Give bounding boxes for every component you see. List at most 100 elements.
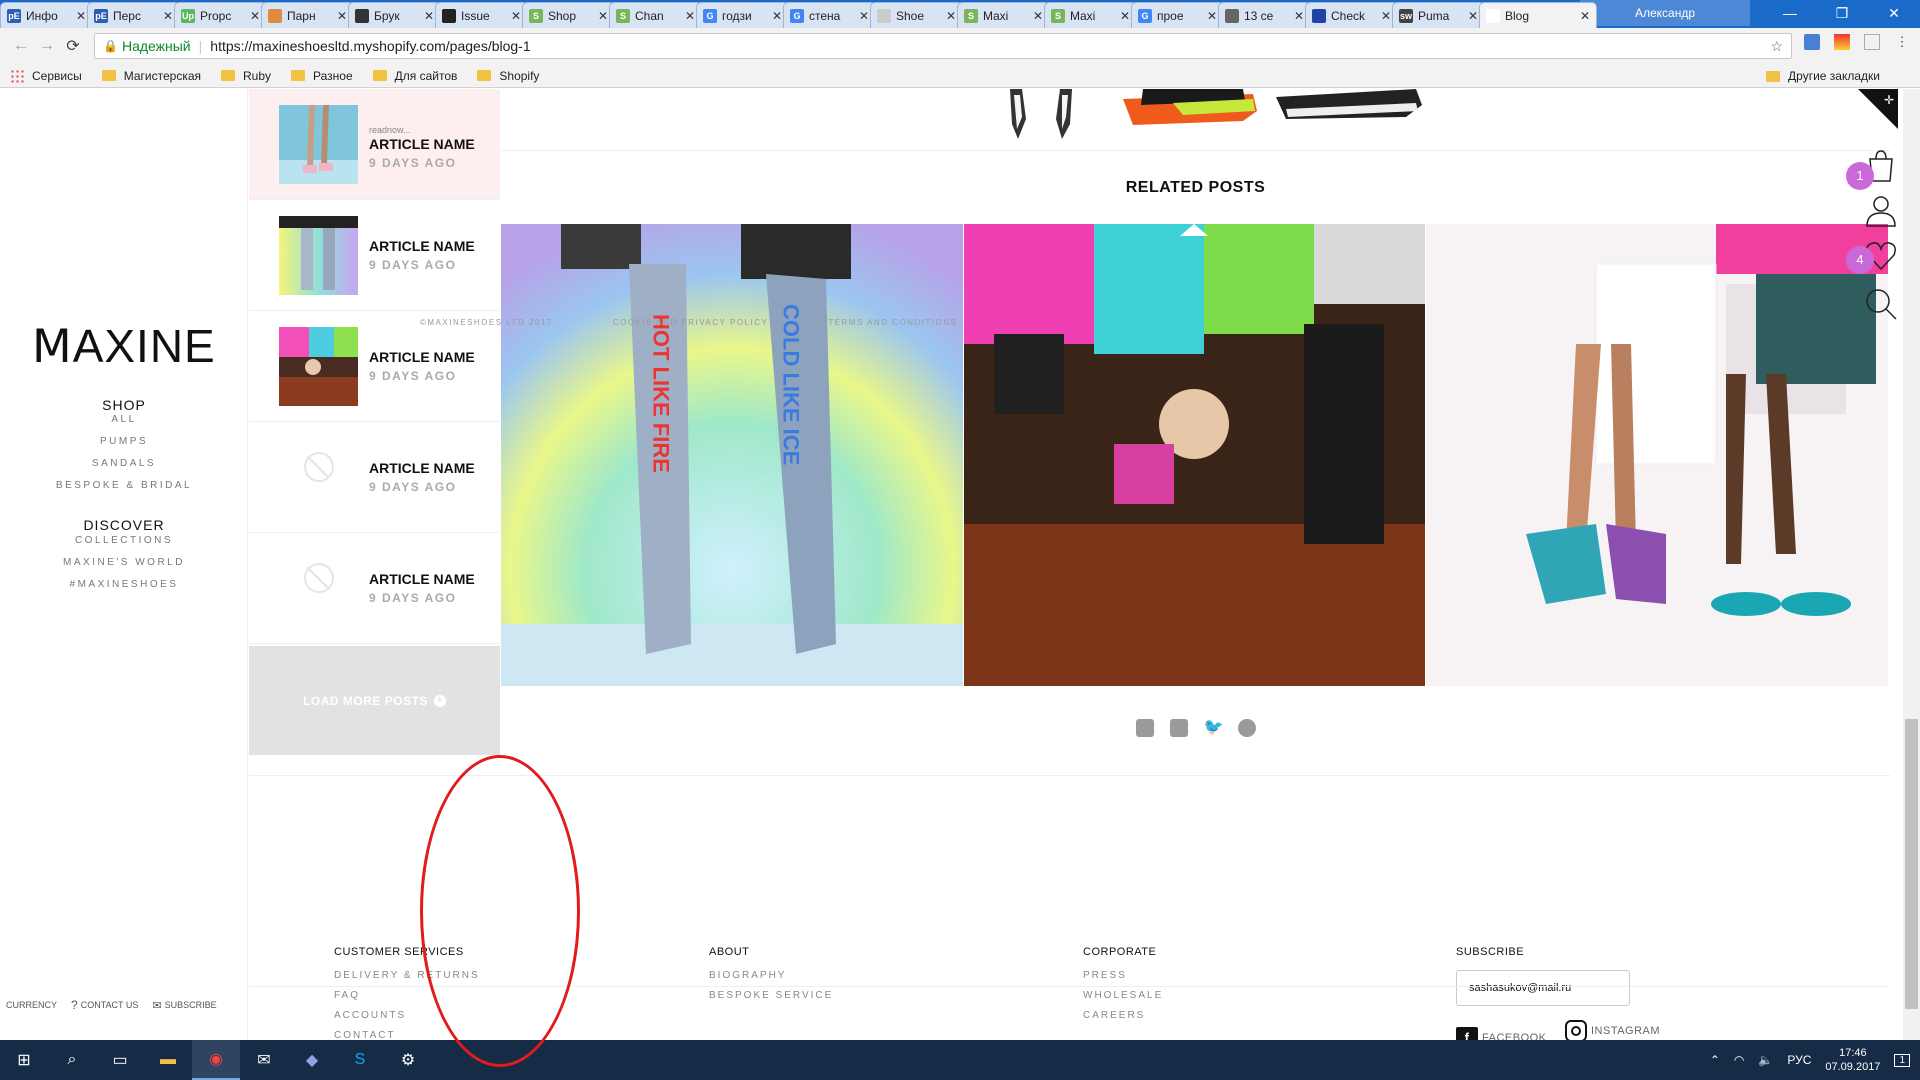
skype-icon[interactable]: S [336, 1040, 384, 1080]
nav-shop[interactable]: SHOP [0, 397, 248, 413]
browser-tab[interactable]: S Maxi ✕ [1044, 2, 1137, 28]
browser-tab[interactable]: Shoe ✕ [870, 2, 963, 28]
related-post-image[interactable]: HOT LIKE FIRE COLD LIKE ICE [501, 224, 963, 686]
chevron-up-icon[interactable]: ⌃ [1710, 1053, 1720, 1067]
browser-tab[interactable]: pE Перс ✕ [87, 2, 180, 28]
discord-icon[interactable]: ◆ [288, 1040, 336, 1080]
translate-icon[interactable] [1804, 34, 1820, 50]
nav-shop-all[interactable]: ALL [0, 414, 248, 425]
close-tab-icon[interactable]: ✕ [1381, 9, 1391, 23]
extension-icon[interactable] [1834, 34, 1850, 50]
search-icon[interactable] [1864, 287, 1898, 321]
footer-link[interactable]: CAREERS [1083, 1010, 1163, 1021]
terms-link[interactable]: TERMS AND CONDITIONS [828, 318, 957, 327]
close-tab-icon[interactable]: ✕ [511, 9, 521, 23]
related-post-image[interactable] [964, 224, 1425, 686]
close-tab-icon[interactable]: ✕ [1120, 9, 1130, 23]
browser-tab[interactable]: Blog ✕ [1479, 2, 1597, 28]
footer-link[interactable]: BIOGRAPHY [709, 970, 833, 981]
task-view-icon[interactable]: ▭ [96, 1040, 144, 1080]
account-icon[interactable] [1864, 193, 1898, 227]
bookmark-folder[interactable]: Ruby [221, 69, 271, 83]
reload-button[interactable]: ⟳ [60, 36, 86, 56]
browser-tab[interactable]: pE Инфо ✕ [0, 2, 93, 28]
address-bar[interactable]: 🔒 Надежный | https://maxineshoesltd.mysh… [94, 33, 1792, 59]
load-more-button[interactable]: LOAD MORE POSTS + [249, 646, 500, 755]
close-tab-icon[interactable]: ✕ [163, 9, 173, 23]
contact-link[interactable]: ? CONTACT US [71, 998, 138, 1012]
search-icon[interactable]: ⌕ [48, 1040, 96, 1080]
list-item[interactable]: ARTICLE NAME 9 DAYS AGO [249, 533, 500, 644]
footer-link[interactable]: BESPOKE SERVICE [709, 990, 833, 1001]
close-tab-icon[interactable]: ✕ [76, 9, 86, 23]
minimize-button[interactable]: — [1764, 0, 1816, 26]
extension-icon[interactable] [1864, 34, 1880, 50]
close-tab-icon[interactable]: ✕ [1468, 9, 1478, 23]
browser-tab[interactable]: S Shop ✕ [522, 2, 615, 28]
footer-link[interactable]: WHOLESALE [1083, 990, 1163, 1001]
language-indicator[interactable]: РУС [1787, 1053, 1811, 1067]
url-text[interactable]: https://maxineshoesltd.myshopify.com/pag… [210, 38, 1770, 54]
close-tab-icon[interactable]: ✕ [1033, 9, 1043, 23]
close-tab-icon[interactable]: ✕ [424, 9, 434, 23]
footer-link[interactable]: PRESS [1083, 970, 1163, 981]
subscribe-link[interactable]: ✉ SUBSCRIBE [152, 999, 216, 1012]
list-item[interactable]: ARTICLE NAME 9 DAYS AGO [249, 200, 500, 311]
instagram-icon[interactable] [1169, 719, 1188, 737]
list-item[interactable]: ARTICLE NAME 9 DAYS AGO [249, 311, 500, 422]
clock[interactable]: 17:46 07.09.2017 [1825, 1046, 1880, 1074]
pinterest-icon[interactable] [1237, 719, 1256, 737]
instagram-link[interactable]: INSTAGRAM [1564, 1020, 1660, 1040]
related-post-image[interactable] [1426, 224, 1888, 686]
maxine-logo[interactable]: ⅯAXINE [32, 319, 216, 373]
facebook-link[interactable]: f FACEBOOK [1456, 1027, 1547, 1040]
menu-icon[interactable]: ⋮ [1894, 34, 1910, 50]
wifi-icon[interactable]: ◠ [1734, 1053, 1744, 1067]
mail-icon[interactable]: ✉ [240, 1040, 288, 1080]
nav-shop-pumps[interactable]: PUMPS [0, 436, 248, 447]
browser-tab[interactable]: 13 се ✕ [1218, 2, 1311, 28]
browser-tab[interactable]: Gпрое ✕ [1131, 2, 1224, 28]
nav-maxineshoes[interactable]: #MAXINESHOES [0, 579, 248, 590]
nav-shop-sandals[interactable]: SANDALS [0, 458, 248, 469]
close-tab-icon[interactable]: ✕ [859, 9, 869, 23]
sneaker-image[interactable] [1276, 89, 1426, 121]
windows-start-icon[interactable]: ⊞ [0, 1040, 48, 1080]
close-tab-icon[interactable]: ✕ [1294, 9, 1304, 23]
shoe-image[interactable] [1000, 89, 1090, 141]
bookmark-apps[interactable]: Сервисы [10, 68, 82, 83]
sneaker-image[interactable] [1123, 89, 1263, 129]
subscribe-email-input[interactable] [1456, 970, 1630, 1006]
currency-link[interactable]: CURRENCY [6, 1000, 57, 1010]
maximize-button[interactable]: ❐ [1816, 0, 1868, 26]
article-name[interactable]: ARTICLE NAME [369, 238, 475, 254]
facebook-icon[interactable] [1135, 719, 1154, 737]
browser-tab[interactable]: Парн ✕ [261, 2, 354, 28]
nav-discover[interactable]: DISCOVER [0, 517, 248, 533]
bookmark-folder[interactable]: Магистерская [101, 69, 201, 83]
notification-icon[interactable]: 1 [1894, 1053, 1910, 1067]
file-explorer-icon[interactable]: ▬ [144, 1040, 192, 1080]
browser-tab[interactable]: Брук ✕ [348, 2, 441, 28]
article-name[interactable]: ARTICLE NAME [369, 460, 475, 476]
close-tab-icon[interactable]: ✕ [946, 9, 956, 23]
nav-collections[interactable]: COLLECTIONS [0, 535, 248, 546]
list-item[interactable]: readnow... ARTICLE NAME 9 DAYS AGO [249, 89, 500, 200]
browser-tab[interactable]: Check ✕ [1305, 2, 1398, 28]
nav-maxines-world[interactable]: MAXINE'S WORLD [0, 557, 248, 568]
close-tab-icon[interactable]: ✕ [1207, 9, 1217, 23]
browser-tab[interactable]: Gгодзи ✕ [696, 2, 789, 28]
article-name[interactable]: ARTICLE NAME [369, 571, 475, 587]
cookie-policy-link[interactable]: COOKIE AND PRIVACY POLICY [613, 318, 768, 327]
volume-icon[interactable]: 🔈 [1758, 1053, 1773, 1067]
close-tab-icon[interactable]: ✕ [598, 9, 608, 23]
scrollbar-thumb[interactable] [1905, 719, 1918, 1009]
close-tab-icon[interactable]: ✕ [685, 9, 695, 23]
browser-tab[interactable]: S Chan ✕ [609, 2, 702, 28]
back-button[interactable]: ← [8, 37, 34, 55]
steam-icon[interactable]: ⚙ [384, 1040, 432, 1080]
list-item[interactable]: ARTICLE NAME 9 DAYS AGO [249, 422, 500, 533]
bookmark-folder[interactable]: Shopify [477, 69, 539, 83]
twitter-icon[interactable]: 🐦 [1204, 719, 1224, 737]
browser-tab[interactable]: Gстена ✕ [783, 2, 876, 28]
